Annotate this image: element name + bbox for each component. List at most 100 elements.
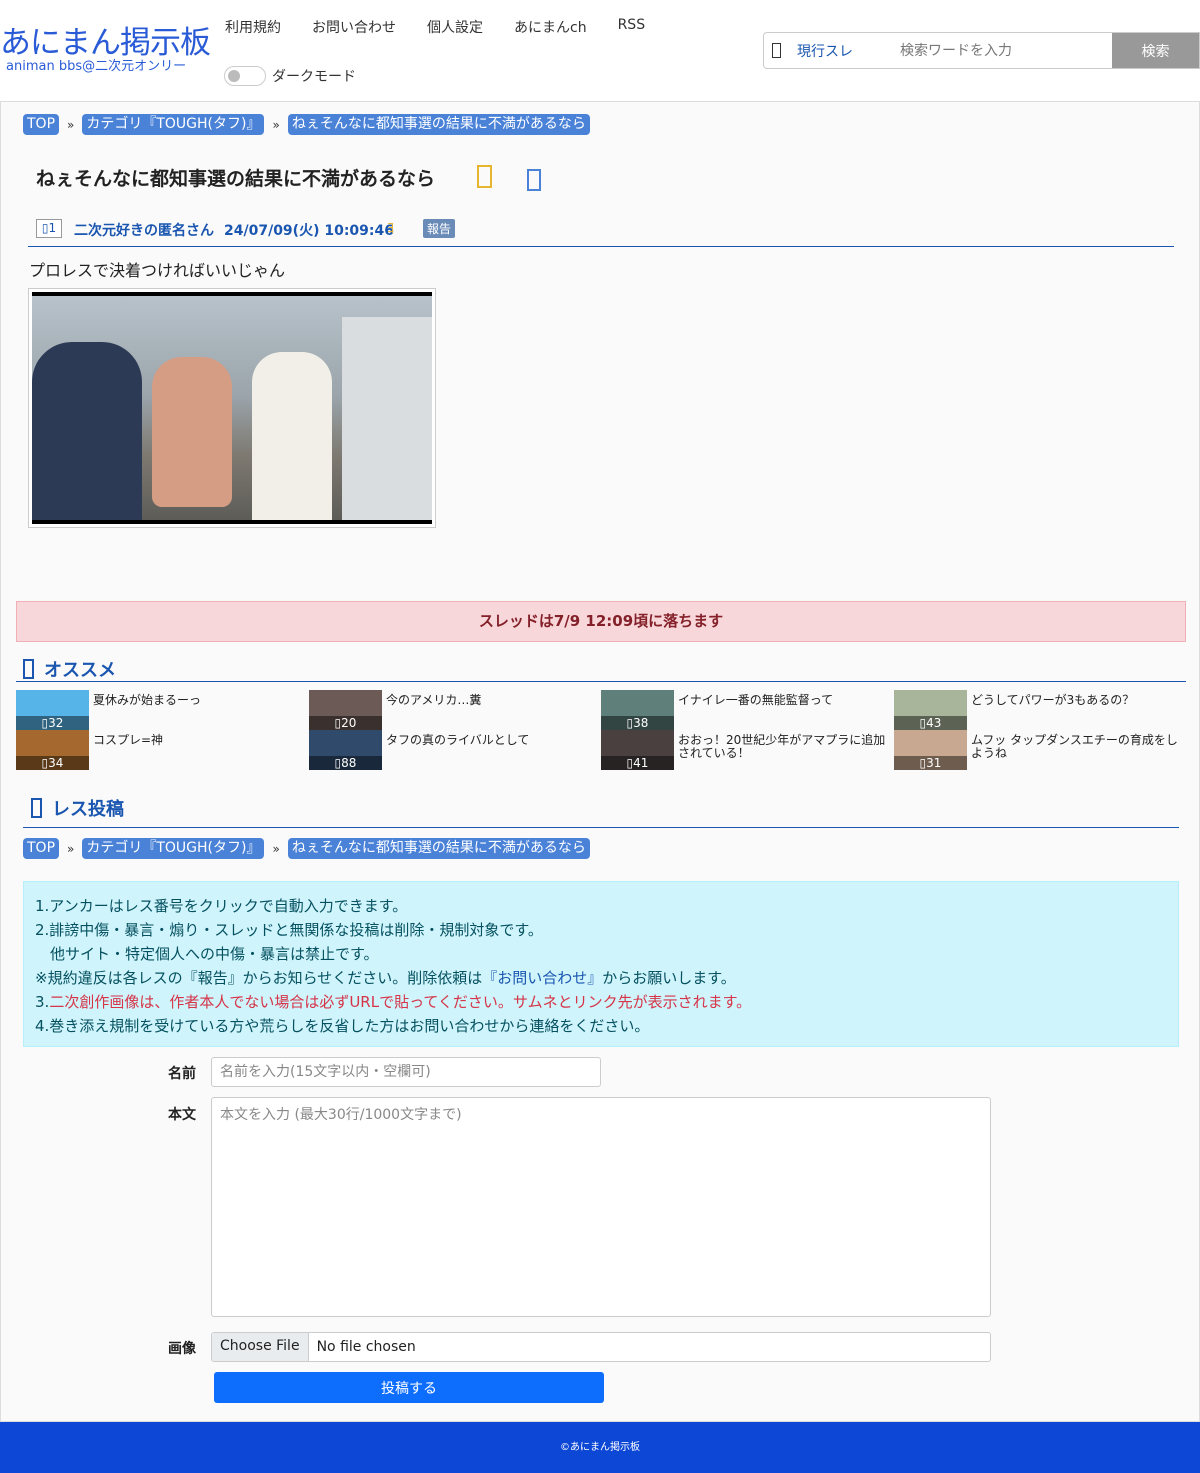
thread-title: ねぇそんなに都知事選の結果に不満があるなら: [36, 168, 436, 190]
recommend-item-title[interactable]: どうしてパワーが3もあるの？: [971, 694, 1181, 707]
dark-mode-label: ダークモード: [272, 69, 356, 85]
body-textarea[interactable]: [211, 1097, 991, 1317]
breadcrumb: TOP » カテゴリ『TOUGH(タフ)』 » ねぇそんなに都知事選の結果に不満…: [23, 838, 590, 859]
share-icon[interactable]: [527, 169, 541, 191]
recommend-count-value: 32: [48, 716, 64, 730]
recommend-heading: オススメ: [23, 656, 116, 682]
breadcrumb-thread[interactable]: ねぇそんなに都知事選の結果に不満があるなら: [287, 114, 590, 135]
nav-contact[interactable]: お問い合わせ: [312, 17, 396, 37]
breadcrumb-category[interactable]: カテゴリ『TOUGH(タフ)』: [82, 838, 265, 859]
breadcrumb-top[interactable]: TOP: [23, 838, 60, 859]
logo-subtitle: animan bbs@二次元オンリー: [6, 59, 187, 74]
recommend-item-title[interactable]: 夏休みが始まるーっ: [93, 694, 303, 707]
search-button[interactable]: 検索: [1112, 33, 1199, 68]
rule-line: ※規約違反は各レスの『報告』からお知らせください。削除依頼は『お問い合わせ』から…: [35, 966, 1178, 990]
rule-text: ※規約違反は各レスの『報告』からお知らせください。削除依頼は: [35, 969, 483, 987]
nav-animanch[interactable]: あにまんch: [514, 17, 587, 37]
recommend-item[interactable]: ▯32 夏休みが始まるーっ: [16, 690, 308, 730]
rule-line: 2.誹謗中傷・暴言・煽り・スレッドと無関係な投稿は削除・規制対象です。: [35, 921, 543, 939]
rule-line: 1.アンカーはレス番号をクリックで自動入力できます。: [35, 897, 408, 915]
recommend-count: ▯20: [309, 716, 382, 730]
photo-figure: [252, 352, 332, 524]
post-image[interactable]: [28, 288, 436, 528]
post-header: ▯1 二次元好きの匿名さん 24/07/09(火) 10:09:46 ﾖ 報告: [28, 218, 1174, 247]
breadcrumb-thread[interactable]: ねぇそんなに都知事選の結果に不満があるなら: [287, 838, 590, 859]
rule-text: からお願いします。: [602, 969, 736, 987]
recommend-item[interactable]: ▯38 イナイレ一番の無能監督って: [601, 690, 893, 730]
reply-title: レス投稿: [52, 799, 124, 820]
breadcrumb-category[interactable]: カテゴリ『TOUGH(タフ)』: [82, 114, 265, 135]
breadcrumb-separator: »: [272, 841, 280, 856]
nav-settings[interactable]: 個人設定: [427, 17, 483, 37]
site-footer: ©あにまん掲示板: [0, 1422, 1200, 1473]
recommend-count-value: 38: [633, 716, 649, 730]
photo-figure: [342, 317, 432, 524]
res-number-button[interactable]: ▯1: [36, 219, 62, 238]
report-button[interactable]: 報告: [423, 219, 456, 238]
recommend-count: ▯31: [894, 756, 967, 770]
recommend-icon: [23, 659, 34, 679]
submit-button[interactable]: 投稿する: [214, 1372, 604, 1403]
recommend-item-title[interactable]: コスプレ=神: [93, 734, 303, 747]
search-bar: 現行スレ 検索: [763, 32, 1200, 69]
recommend-item[interactable]: ▯34 コスプレ=神: [16, 730, 308, 770]
post-photo: [32, 292, 432, 524]
recommend-item-title[interactable]: 今のアメリカ…糞: [386, 694, 596, 707]
thread-expiry-notice: スレッドは7/9 12:09頃に落ちます: [16, 601, 1186, 642]
rule-line: 4.巻き添え規制を受けている方や荒らしを反省した方はお問い合わせから連絡をくださ…: [35, 1017, 650, 1035]
recommend-item-title[interactable]: ムフッ タップダンスエチーの育成をしようね: [971, 734, 1181, 760]
breadcrumb-separator: »: [67, 841, 75, 856]
photo-figure: [152, 357, 232, 507]
recommend-count: ▯32: [16, 716, 89, 730]
photo-figure: [32, 342, 142, 524]
breadcrumb-separator: »: [272, 117, 280, 132]
section-divider: [23, 827, 1179, 828]
search-scope-select[interactable]: 現行スレ: [764, 33, 894, 68]
site-header: あにまん掲示板 animan bbs@二次元オンリー 利用規約 お問い合わせ 個…: [0, 0, 1200, 101]
scope-icon: [772, 43, 781, 58]
nav-rss[interactable]: RSS: [618, 17, 646, 37]
rule-line: 3.二次創作画像は、作者本人でない場合は必ずURLで貼ってください。サムネとリン…: [35, 990, 1178, 1014]
logo-title[interactable]: あにまん掲示板: [0, 26, 211, 60]
image-label: 画像: [168, 1341, 196, 1357]
site-logo[interactable]: あにまん掲示板 animan bbs@二次元オンリー: [0, 26, 211, 74]
breadcrumb: TOP » カテゴリ『TOUGH(タフ)』 » ねぇそんなに都知事選の結果に不満…: [23, 114, 590, 135]
recommend-count: ▯43: [894, 716, 967, 730]
photo-letterbox: [32, 520, 432, 524]
body-label: 本文: [168, 1107, 196, 1123]
recommend-count: ▯41: [601, 756, 674, 770]
breadcrumb-top[interactable]: TOP: [23, 114, 60, 135]
contact-link[interactable]: 『お問い合わせ』: [482, 969, 602, 987]
recommend-item[interactable]: ▯43 どうしてパワーが3もあるの？: [894, 690, 1186, 730]
choose-file-button[interactable]: Choose File: [212, 1333, 309, 1361]
section-divider: [16, 681, 1186, 682]
poster-name: 二次元好きの匿名さん: [74, 223, 214, 239]
recommend-count: ▯38: [601, 716, 674, 730]
rule-warning: 二次創作画像は、作者本人でない場合は必ずURLで貼ってください。サムネとリンク先…: [49, 993, 752, 1011]
recommend-item-title[interactable]: タフの真のライバルとして: [386, 734, 596, 747]
recommend-item-title[interactable]: おおっ！20世紀少年がアマプラに追加されている！: [678, 734, 888, 760]
recommend-item-title[interactable]: イナイレ一番の無能監督って: [678, 694, 888, 707]
res-number: 1: [48, 221, 57, 235]
rule-line: 他サイト・特定個人への中傷・暴言は禁止です。: [35, 945, 379, 963]
dark-mode-toggle[interactable]: ダークモード: [224, 66, 356, 86]
file-status: No file chosen: [316, 1339, 416, 1355]
recommend-count: ▯34: [16, 756, 89, 770]
nav-terms[interactable]: 利用規約: [225, 17, 281, 37]
search-scope-label: 現行スレ: [797, 43, 853, 60]
name-input[interactable]: [211, 1057, 601, 1087]
search-input[interactable]: [894, 33, 1112, 68]
recommend-item[interactable]: ▯31 ムフッ タップダンスエチーの育成をしようね: [894, 730, 1186, 770]
dark-mode-switch[interactable]: [224, 66, 266, 86]
recommend-count-value: 31: [926, 756, 942, 770]
recommend-title: オススメ: [44, 660, 116, 681]
recommend-count-value: 41: [633, 756, 649, 770]
bookmark-icon[interactable]: [477, 165, 492, 188]
recommend-item[interactable]: ▯41 おおっ！20世紀少年がアマプラに追加されている！: [601, 730, 893, 770]
rule-text: 3.: [35, 993, 50, 1011]
recommend-item[interactable]: ▯88 タフの真のライバルとして: [309, 730, 601, 770]
recommend-count: ▯88: [309, 756, 382, 770]
recommend-item[interactable]: ▯20 今のアメリカ…糞: [309, 690, 601, 730]
posting-rules: 1.アンカーはレス番号をクリックで自動入力できます。 2.誹謗中傷・暴言・煽り・…: [23, 881, 1179, 1047]
image-file-input[interactable]: Choose File No file chosen: [211, 1332, 991, 1362]
